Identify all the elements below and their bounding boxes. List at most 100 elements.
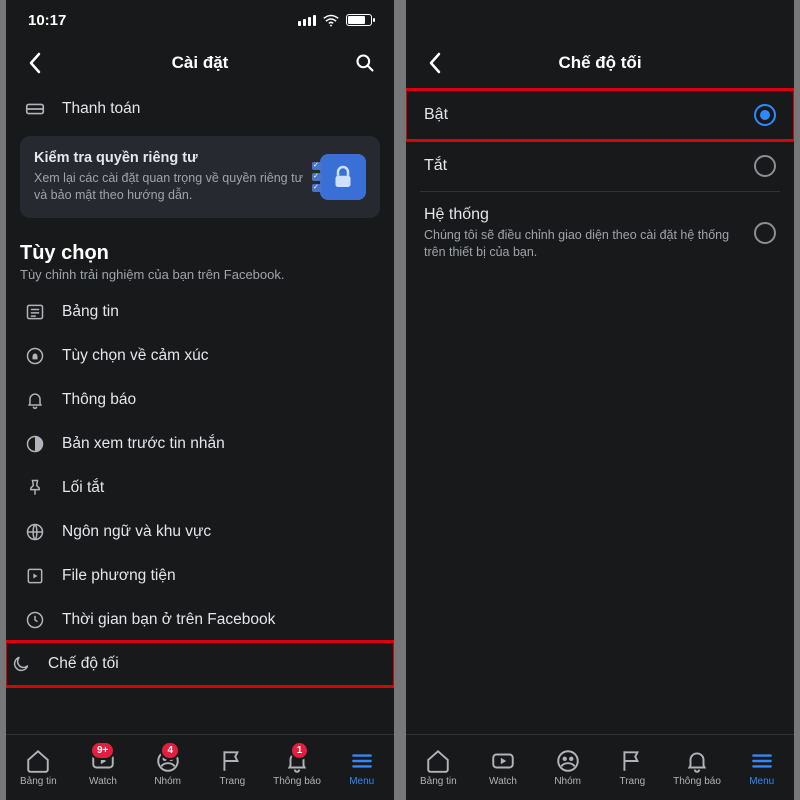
option-label: Bảng tin bbox=[62, 303, 119, 321]
option-time[interactable]: Thời gian bạn ở trên Facebook bbox=[20, 598, 380, 642]
options-list: Bảng tin Tùy chọn về cảm xúc Thông báo B… bbox=[20, 290, 380, 686]
option-reaction[interactable]: Tùy chọn về cảm xúc bbox=[20, 334, 380, 378]
privacy-check-card[interactable]: Kiểm tra quyền riêng tư Xem lại các cài … bbox=[20, 136, 380, 218]
payment-row[interactable]: Thanh toán bbox=[20, 86, 380, 132]
option-label: Tùy chọn về cảm xúc bbox=[62, 347, 208, 365]
search-button[interactable] bbox=[350, 48, 380, 78]
tab-label: Watch bbox=[89, 776, 117, 787]
header-spacer bbox=[750, 48, 780, 78]
tab-label: Nhóm bbox=[154, 776, 181, 787]
tab-bar: Bảng tin Watch Nhóm Trang Thông báo Menu bbox=[406, 734, 794, 800]
option-dark-mode[interactable]: Chế độ tối bbox=[6, 642, 394, 686]
bell-icon bbox=[24, 389, 46, 411]
menu-icon bbox=[749, 748, 775, 774]
phone-settings: 10:17 Cài đặt Thanh bbox=[6, 0, 394, 800]
home-icon bbox=[425, 748, 451, 774]
option-label: File phương tiện bbox=[62, 567, 176, 585]
clock-icon bbox=[24, 609, 46, 631]
back-button[interactable] bbox=[20, 48, 50, 78]
tab-watch[interactable]: Watch bbox=[471, 735, 536, 800]
section-sub: Tùy chỉnh trải nghiệm của bạn trên Faceb… bbox=[20, 267, 380, 282]
ticket-icon bbox=[24, 98, 46, 120]
privacy-sub: Xem lại các cài đặt quan trọng về quyền … bbox=[34, 170, 306, 204]
option-media[interactable]: File phương tiện bbox=[20, 554, 380, 598]
watch-icon bbox=[490, 748, 516, 774]
tab-menu[interactable]: Menu bbox=[329, 735, 394, 800]
option-message-preview[interactable]: Bản xem trước tin nhắn bbox=[20, 422, 380, 466]
content-area: Thanh toán Kiểm tra quyền riêng tư Xem l… bbox=[6, 86, 394, 734]
signal-icon bbox=[298, 15, 316, 26]
tab-notifications[interactable]: 1 Thông báo bbox=[265, 735, 330, 800]
globe-icon bbox=[24, 521, 46, 543]
tab-groups[interactable]: Nhóm bbox=[535, 735, 600, 800]
message-preview-icon bbox=[24, 433, 46, 455]
section-header: Tùy chọn Tùy chỉnh trải nghiệm của bạn t… bbox=[20, 242, 380, 290]
option-shortcuts[interactable]: Lối tắt bbox=[20, 466, 380, 510]
pin-icon bbox=[24, 477, 46, 499]
play-icon bbox=[24, 565, 46, 587]
option-label: Tắt bbox=[424, 157, 740, 175]
status-bar bbox=[406, 0, 794, 40]
stage: 10:17 Cài đặt Thanh bbox=[0, 0, 800, 800]
tab-label: Bảng tin bbox=[420, 776, 457, 787]
privacy-title: Kiểm tra quyền riêng tư bbox=[34, 150, 306, 166]
tab-label: Nhóm bbox=[554, 776, 581, 787]
option-system[interactable]: Hệ thống Chúng tôi sẽ điều chỉnh giao di… bbox=[420, 191, 780, 275]
badge: 4 bbox=[160, 741, 180, 760]
tab-notifications[interactable]: Thông báo bbox=[665, 735, 730, 800]
radio-icon bbox=[754, 222, 776, 244]
tab-watch[interactable]: 9+ Watch bbox=[71, 735, 136, 800]
tab-label: Trang bbox=[219, 776, 245, 787]
status-bar: 10:17 bbox=[6, 0, 394, 40]
option-sub: Chúng tôi sẽ điều chỉnh giao diện theo c… bbox=[424, 227, 740, 261]
newsfeed-icon bbox=[24, 301, 46, 323]
tab-bar: Bảng tin 9+ Watch 4 Nhóm Trang 1 Thông b… bbox=[6, 734, 394, 800]
nav-header: Cài đặt bbox=[6, 40, 394, 86]
groups-icon bbox=[555, 748, 581, 774]
status-time: 10:17 bbox=[28, 12, 66, 29]
option-label: Thông báo bbox=[62, 391, 136, 409]
tab-label: Bảng tin bbox=[20, 776, 57, 787]
option-label: Lối tắt bbox=[62, 479, 104, 497]
flag-icon bbox=[219, 748, 245, 774]
back-button[interactable] bbox=[420, 48, 450, 78]
tab-label: Watch bbox=[489, 776, 517, 787]
section-title: Tùy chọn bbox=[20, 242, 380, 265]
flag-icon bbox=[619, 748, 645, 774]
option-label: Chế độ tối bbox=[48, 655, 119, 673]
option-label: Ngôn ngữ và khu vực bbox=[62, 523, 211, 541]
payment-label: Thanh toán bbox=[62, 100, 140, 118]
tab-label: Menu bbox=[749, 776, 774, 787]
option-label: Bản xem trước tin nhắn bbox=[62, 435, 225, 453]
option-label: Hệ thống bbox=[424, 206, 740, 224]
tab-groups[interactable]: 4 Nhóm bbox=[135, 735, 200, 800]
page-title: Chế độ tối bbox=[558, 53, 641, 73]
tab-newsfeed[interactable]: Bảng tin bbox=[6, 735, 71, 800]
menu-icon bbox=[349, 748, 375, 774]
radio-icon bbox=[754, 155, 776, 177]
tab-label: Thông báo bbox=[673, 776, 721, 787]
content-area: Bật Tắt Hệ thống Chúng tôi sẽ điều chỉnh… bbox=[406, 86, 794, 734]
tab-newsfeed[interactable]: Bảng tin bbox=[406, 735, 471, 800]
radio-selected-icon bbox=[754, 104, 776, 126]
page-title: Cài đặt bbox=[172, 53, 229, 73]
tab-menu[interactable]: Menu bbox=[729, 735, 794, 800]
badge: 9+ bbox=[90, 741, 115, 760]
tab-pages[interactable]: Trang bbox=[200, 735, 265, 800]
option-notifications[interactable]: Thông báo bbox=[20, 378, 380, 422]
bell-icon bbox=[684, 748, 710, 774]
battery-icon bbox=[346, 14, 372, 26]
option-language[interactable]: Ngôn ngữ và khu vực bbox=[20, 510, 380, 554]
dark-mode-options: Bật Tắt Hệ thống Chúng tôi sẽ điều chỉnh… bbox=[420, 90, 780, 275]
tab-pages[interactable]: Trang bbox=[600, 735, 665, 800]
home-icon bbox=[25, 748, 51, 774]
lock-icon bbox=[320, 154, 366, 200]
option-off[interactable]: Tắt bbox=[420, 140, 780, 191]
option-label: Thời gian bạn ở trên Facebook bbox=[62, 611, 275, 629]
status-indicators bbox=[298, 14, 372, 27]
nav-header: Chế độ tối bbox=[406, 40, 794, 86]
option-newsfeed[interactable]: Bảng tin bbox=[20, 290, 380, 334]
tab-label: Menu bbox=[349, 776, 374, 787]
option-on[interactable]: Bật bbox=[406, 90, 794, 140]
tab-label: Thông báo bbox=[273, 776, 321, 787]
